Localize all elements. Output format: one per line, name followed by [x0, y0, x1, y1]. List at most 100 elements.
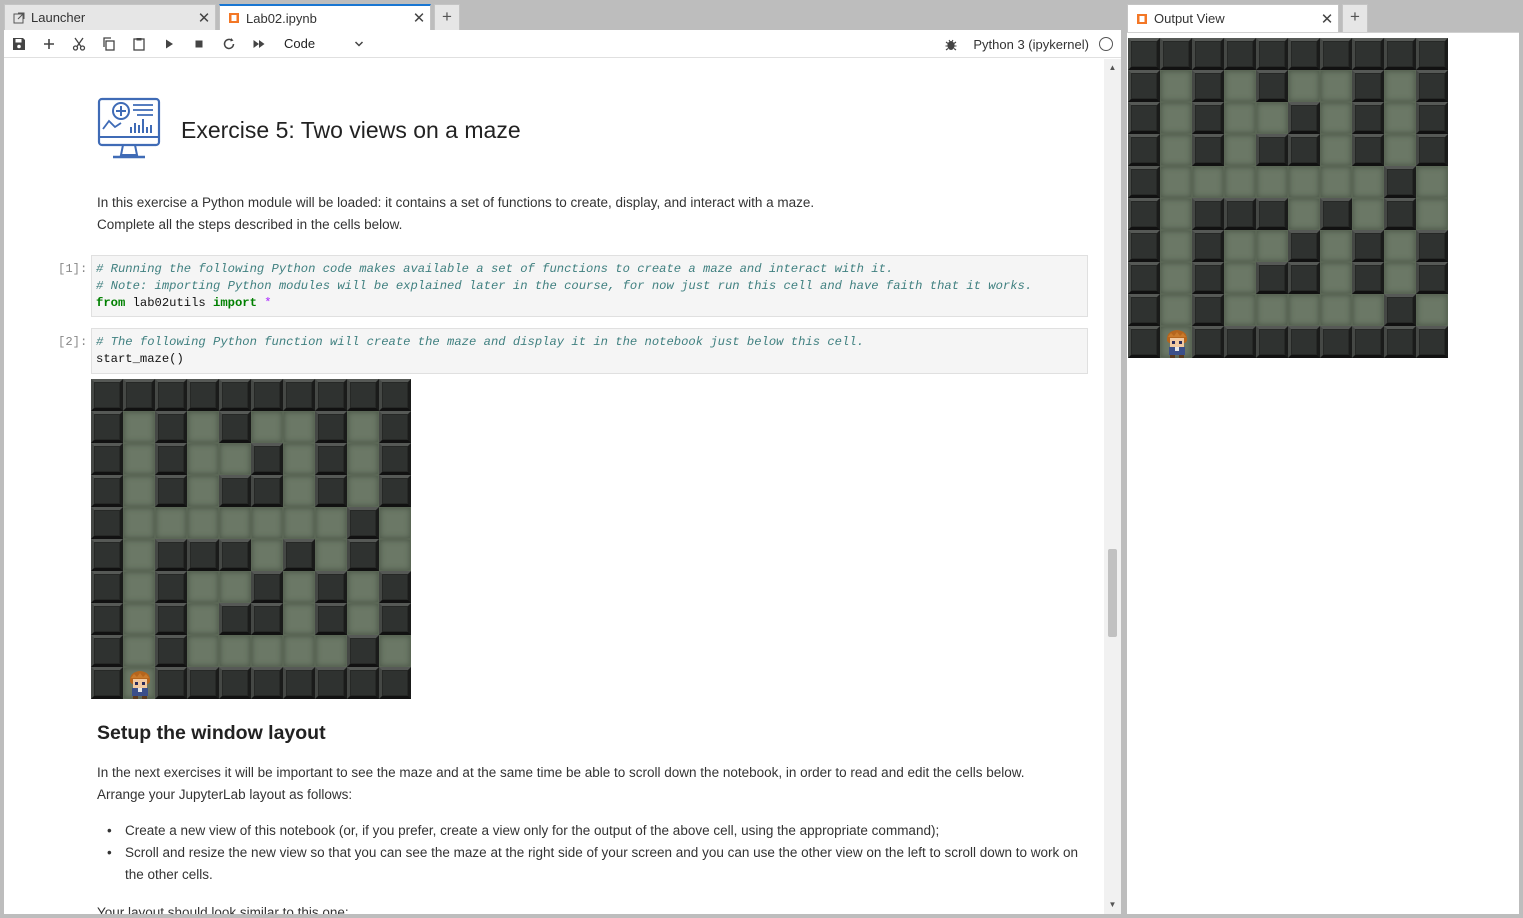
- maze-wall-tile: [1416, 102, 1448, 134]
- maze-wall-tile: [1416, 262, 1448, 294]
- maze-wall-tile: [1256, 262, 1288, 294]
- interrupt-button[interactable]: [184, 30, 214, 58]
- maze-wall-tile: [91, 411, 123, 443]
- maze-floor-tile: [1160, 166, 1192, 198]
- maze-floor-tile: [1320, 166, 1352, 198]
- vertical-scrollbar[interactable]: ▲ ▼: [1104, 59, 1121, 914]
- maze-wall-tile: [251, 667, 283, 699]
- maze-wall-tile: [1192, 230, 1224, 262]
- maze-wall-tile: [251, 475, 283, 507]
- maze-floor-tile: [123, 667, 155, 699]
- code-cell-import[interactable]: # Running the following Python code make…: [91, 255, 1088, 317]
- tab-launcher[interactable]: Launcher ✕: [4, 4, 216, 30]
- maze-wall-tile: [283, 667, 315, 699]
- save-button[interactable]: [4, 30, 34, 58]
- maze-wall-tile: [379, 411, 411, 443]
- maze-wall-tile: [1288, 102, 1320, 134]
- maze-wall-tile: [123, 379, 155, 411]
- paste-button[interactable]: [124, 30, 154, 58]
- maze-floor-tile: [379, 539, 411, 571]
- close-icon[interactable]: ✕: [193, 9, 215, 27]
- maze-floor-tile: [1384, 70, 1416, 102]
- output-view-content: [1127, 32, 1519, 914]
- maze-floor-tile: [251, 507, 283, 539]
- cell-type-select[interactable]: Code: [284, 33, 364, 55]
- maze-floor-tile: [283, 635, 315, 667]
- maze-wall-tile: [347, 635, 379, 667]
- run-all-button[interactable]: [244, 30, 274, 58]
- maze-wall-tile: [379, 379, 411, 411]
- maze-floor-tile: [1416, 198, 1448, 230]
- maze-wall-tile: [219, 539, 251, 571]
- run-button[interactable]: [154, 30, 184, 58]
- code-keyword: from: [96, 296, 126, 310]
- maze-floor-tile: [1160, 134, 1192, 166]
- cutoff-paragraph: Your layout should look similar to this …: [97, 905, 349, 914]
- code-line: start_maze(): [96, 352, 184, 366]
- list-item: Scroll and resize the new view so that y…: [97, 842, 1087, 886]
- maze-wall-tile: [1384, 198, 1416, 230]
- instructions-list: Create a new view of this notebook (or, …: [97, 820, 1087, 886]
- maze-wall-tile: [155, 411, 187, 443]
- maze-wall-tile: [1128, 70, 1160, 102]
- intro-line: Complete all the steps described in the …: [97, 217, 403, 232]
- maze-floor-tile: [1352, 166, 1384, 198]
- maze-floor-tile: [1224, 262, 1256, 294]
- restart-button[interactable]: [214, 30, 244, 58]
- maze-wall-tile: [1256, 70, 1288, 102]
- player-character-icon: [129, 671, 151, 699]
- notebook-content[interactable]: Exercise 5: Two views on a maze In this …: [4, 59, 1104, 914]
- maze-floor-tile: [1320, 262, 1352, 294]
- maze-wall-tile: [1256, 38, 1288, 70]
- maze-floor-tile: [1288, 198, 1320, 230]
- maze-floor-tile: [1256, 294, 1288, 326]
- maze-wall-tile: [91, 475, 123, 507]
- close-icon[interactable]: ✕: [408, 9, 430, 27]
- insert-cell-button[interactable]: [34, 30, 64, 58]
- kernel-name[interactable]: Python 3 (ipykernel): [973, 37, 1089, 52]
- code-cell-start-maze[interactable]: # The following Python function will cre…: [91, 328, 1088, 374]
- maze-wall-tile: [1384, 38, 1416, 70]
- maze-floor-tile: [315, 539, 347, 571]
- maze-wall-tile: [91, 379, 123, 411]
- debugger-bug-icon[interactable]: [945, 38, 957, 51]
- maze-wall-tile: [347, 507, 379, 539]
- maze-floor-tile: [347, 443, 379, 475]
- copy-button[interactable]: [94, 30, 124, 58]
- add-tab-button[interactable]: +: [434, 4, 460, 30]
- scroll-up-arrow-icon[interactable]: ▲: [1104, 61, 1121, 75]
- maze-floor-tile: [315, 635, 347, 667]
- maze-wall-tile: [1288, 134, 1320, 166]
- maze-output: [1128, 38, 1448, 358]
- maze-wall-tile: [1256, 198, 1288, 230]
- maze-floor-tile: [1352, 294, 1384, 326]
- maze-wall-tile: [1128, 262, 1160, 294]
- tab-output-view[interactable]: Output View ✕: [1127, 4, 1339, 32]
- scrollbar-thumb[interactable]: [1108, 549, 1117, 637]
- maze-floor-tile: [1224, 134, 1256, 166]
- maze-floor-tile: [1320, 294, 1352, 326]
- maze-floor-tile: [1224, 102, 1256, 134]
- cell-type-label: Code: [284, 36, 316, 51]
- maze-floor-tile: [379, 507, 411, 539]
- maze-floor-tile: [283, 475, 315, 507]
- tab-notebook[interactable]: Lab02.ipynb ✕: [219, 4, 431, 30]
- scissors-icon: [72, 37, 86, 51]
- notebook-icon: [229, 13, 239, 23]
- maze-floor-tile: [1352, 198, 1384, 230]
- maze-floor-tile: [1256, 102, 1288, 134]
- maze-wall-tile: [219, 379, 251, 411]
- maze-floor-tile: [219, 635, 251, 667]
- maze-wall-tile: [315, 475, 347, 507]
- close-icon[interactable]: ✕: [1316, 10, 1338, 28]
- scroll-down-arrow-icon[interactable]: ▼: [1104, 898, 1121, 912]
- maze-wall-tile: [347, 539, 379, 571]
- cut-button[interactable]: [64, 30, 94, 58]
- fast-forward-icon: [253, 39, 265, 48]
- maze-wall-tile: [219, 411, 251, 443]
- maze-wall-tile: [347, 379, 379, 411]
- maze-floor-tile: [283, 443, 315, 475]
- maze-wall-tile: [1416, 70, 1448, 102]
- add-tab-button[interactable]: +: [1342, 4, 1368, 32]
- intro-paragraph: In this exercise a Python module will be…: [97, 192, 814, 236]
